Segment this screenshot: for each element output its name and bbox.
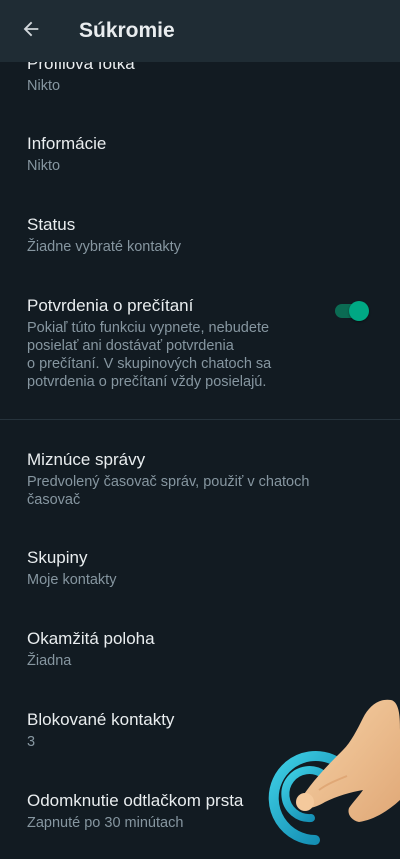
privacy-settings-screen: Profilová fotka Nikto Informácie Nikto S… xyxy=(0,0,400,859)
setting-value: Nikto xyxy=(27,78,61,94)
setting-title: Potvrdenia o prečítaní xyxy=(27,296,194,315)
setting-fingerprint-lock[interactable]: Odomknutie odtlačkom prsta Zapnuté po 30… xyxy=(27,790,380,832)
setting-read-receipts[interactable]: Potvrdenia o prečítaní Pokiaľ túto funkc… xyxy=(27,295,320,391)
setting-title: Informácie xyxy=(27,134,107,153)
setting-title: Skupiny xyxy=(27,548,88,567)
setting-disappearing-messages[interactable]: Miznúce správy Predvolený časovač správ,… xyxy=(27,449,380,509)
setting-title: Okamžitá poloha xyxy=(27,629,155,648)
setting-status[interactable]: Status Žiadne vybraté kontakty xyxy=(27,214,380,256)
read-receipts-toggle[interactable] xyxy=(333,299,371,323)
section-divider xyxy=(0,419,400,420)
arrow-left-icon xyxy=(20,18,42,45)
setting-value: Nikto xyxy=(27,158,61,174)
setting-blocked-contacts[interactable]: Blokované kontakty 3 xyxy=(27,709,380,751)
setting-description: Predvolený časovač správ, použiť v chato… xyxy=(27,473,380,509)
setting-title: Blokované kontakty xyxy=(27,710,175,729)
toggle-thumb xyxy=(349,301,369,321)
setting-title: Status xyxy=(27,215,76,234)
description-line: časovač xyxy=(27,492,81,508)
description-line: o prečítaní. V skupinových chatoch sa xyxy=(27,356,272,372)
setting-title: Miznúce správy xyxy=(27,450,146,469)
setting-about[interactable]: Informácie Nikto xyxy=(27,133,380,175)
setting-value: Zapnuté po 30 minútach xyxy=(27,815,184,831)
description-line: Predvolený časovač správ, použiť v chato… xyxy=(27,474,310,490)
description-line: posielať ani dostávať potvrdenia xyxy=(27,338,234,354)
setting-description: Pokiaľ túto funkciu vypnete, nebudete po… xyxy=(27,319,320,391)
description-line: potvrdenia o prečítaní vždy posielajú. xyxy=(27,374,267,390)
page-title: Súkromie xyxy=(79,19,175,42)
setting-value: Žiadne vybraté kontakty xyxy=(27,239,181,255)
setting-value: 3 xyxy=(27,734,36,750)
setting-value: Moje kontakty xyxy=(27,572,117,588)
setting-live-location[interactable]: Okamžitá poloha Žiadna xyxy=(27,628,380,670)
setting-title: Odomknutie odtlačkom prsta xyxy=(27,791,244,810)
description-line: Pokiaľ túto funkciu vypnete, nebudete xyxy=(27,320,270,336)
setting-value: Žiadna xyxy=(27,653,72,669)
setting-groups[interactable]: Skupiny Moje kontakty xyxy=(27,547,380,589)
app-bar: Súkromie xyxy=(0,0,400,62)
back-button[interactable] xyxy=(0,0,62,62)
